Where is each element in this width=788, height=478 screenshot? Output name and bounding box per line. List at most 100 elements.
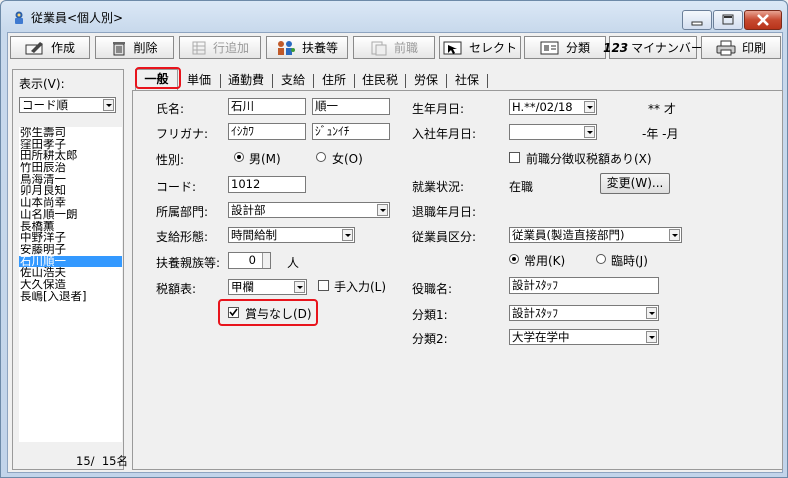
tab-separator — [487, 74, 488, 88]
category-label: 分類 — [565, 41, 590, 55]
code-field[interactable]: 1012 — [228, 176, 306, 193]
checkmark-icon — [229, 308, 238, 317]
add-row-button[interactable]: 行追加 — [179, 36, 261, 59]
tab-social-insurance[interactable]: 社保 — [450, 71, 484, 89]
list-item[interactable]: 山名順一朗 — [19, 209, 122, 221]
list-item-selected[interactable]: 石川順一 — [19, 255, 122, 268]
female-label[interactable]: 女(O) — [332, 150, 363, 167]
list-item[interactable]: 中野洋子 — [19, 232, 122, 244]
tab-highlight — [135, 67, 181, 89]
sort-order-select[interactable]: コード順 — [19, 97, 116, 113]
regular-label[interactable]: 常用(K) — [524, 252, 565, 269]
dept-select[interactable]: 設計部 — [228, 202, 390, 218]
prev-tax-checkbox[interactable] — [509, 152, 520, 163]
toolbar: 作成 削除 行追加 扶養等 前職 セレクト 分類 123 マイナンバー 印刷 — [8, 33, 782, 61]
category-button[interactable]: 分類 — [524, 36, 606, 59]
prev-job-icon — [371, 41, 387, 55]
list-item[interactable]: 窪田孝子 — [19, 139, 122, 151]
no-bonus-checkbox[interactable] — [228, 307, 239, 318]
maximize-icon — [722, 14, 734, 25]
birth-label: 生年月日: — [412, 102, 465, 116]
list-item[interactable]: 竹田辰治 — [19, 162, 122, 174]
minimize-button[interactable] — [682, 10, 712, 30]
list-item[interactable]: 卯月良知 — [19, 185, 122, 197]
select-button[interactable]: セレクト — [439, 36, 521, 59]
birth-date-field[interactable]: H.**/02/18 — [509, 99, 597, 115]
no-bonus-label[interactable]: 賞与なし(D) — [245, 305, 312, 322]
change-button[interactable]: 変更(W)... — [600, 173, 670, 194]
join-date-label: 入社年月日: — [412, 127, 477, 141]
family-icon — [277, 40, 295, 55]
temporary-radio[interactable] — [596, 254, 606, 264]
mynumber-label: マイナンバー — [631, 41, 703, 55]
class2-label: 分類2: — [412, 332, 448, 346]
pay-type-label: 支給形態: — [156, 230, 209, 244]
prev-job-button[interactable]: 前職 — [353, 36, 435, 59]
list-item[interactable]: 鳥海清一 — [19, 174, 122, 186]
employee-list[interactable]: 弥生壽司 窪田孝子 田所耕太郎 竹田辰治 鳥海清一 卯月良知 山本尚幸 山名順一… — [19, 127, 122, 442]
delete-label: 削除 — [133, 41, 158, 55]
regular-radio[interactable] — [509, 254, 519, 264]
tab-payment[interactable]: 支給 — [276, 71, 310, 89]
list-item[interactable]: 長嶋[入退者] — [19, 291, 122, 303]
tab-separator — [354, 74, 355, 88]
chevron-down-icon — [294, 281, 305, 293]
first-name-field[interactable]: 順一 — [312, 98, 390, 115]
join-date-field[interactable] — [509, 124, 597, 140]
dependents-stepper[interactable]: 0 — [228, 252, 271, 269]
trash-icon — [113, 41, 126, 55]
class2-select[interactable]: 大学在学中 — [509, 329, 659, 345]
dependents-button[interactable]: 扶養等 — [266, 36, 348, 59]
manual-input-label[interactable]: 手入力(L) — [334, 278, 386, 295]
manual-input-checkbox[interactable] — [318, 280, 329, 291]
close-button[interactable] — [744, 10, 782, 30]
minimize-icon — [691, 21, 703, 26]
class1-select[interactable]: 設計ｽﾀｯﾌ — [509, 305, 659, 321]
list-item[interactable]: 安藤明子 — [19, 244, 122, 256]
tab-unit-price[interactable]: 単価 — [182, 71, 216, 89]
sort-order-value: コード順 — [22, 98, 68, 112]
chevron-down-icon — [377, 204, 388, 216]
emp-class-select[interactable]: 従業員(製造直接部門) — [509, 227, 682, 243]
spinner-icon[interactable] — [262, 253, 270, 268]
list-item[interactable]: 長橋薫 — [19, 221, 122, 233]
prev-tax-label[interactable]: 前職分徴収税額あり(X) — [526, 150, 652, 167]
maximize-button[interactable] — [713, 10, 743, 30]
first-kana-field[interactable]: ｼﾞｭﾝｲﾁ — [312, 123, 390, 140]
list-item[interactable]: 田所耕太郎 — [19, 150, 122, 162]
female-radio[interactable] — [316, 152, 326, 162]
male-label[interactable]: 男(M) — [249, 150, 281, 167]
create-button[interactable]: 作成 — [10, 36, 90, 59]
chevron-down-icon — [646, 331, 657, 343]
pay-type-select[interactable]: 時間給制 — [228, 227, 355, 243]
tab-separator — [220, 74, 221, 88]
dependents-unit: 人 — [287, 256, 300, 270]
display-label: 表示(V): — [19, 77, 65, 91]
employee-count: 15/ 15名 — [76, 454, 128, 468]
tax-table-label: 税額表: — [156, 282, 197, 296]
temporary-label[interactable]: 臨時(J) — [611, 252, 648, 269]
delete-button[interactable]: 削除 — [95, 36, 174, 59]
male-radio[interactable] — [234, 152, 244, 162]
last-name-field[interactable]: 石川 — [228, 98, 306, 115]
tab-resident-tax[interactable]: 住民税 — [358, 71, 402, 89]
tab-commute[interactable]: 通勤費 — [224, 71, 268, 89]
tax-table-value: 甲欄 — [231, 280, 254, 294]
list-item[interactable]: 大久保造 — [19, 279, 122, 291]
tab-separator — [446, 74, 447, 88]
list-item[interactable]: 佐山浩夫 — [19, 267, 122, 279]
select-label: セレクト — [468, 41, 517, 55]
list-item[interactable]: 弥生壽司 — [19, 127, 122, 139]
tab-address[interactable]: 住所 — [317, 71, 351, 89]
printer-icon — [716, 40, 736, 55]
job-title-field[interactable]: 設計ｽﾀｯﾌ — [509, 277, 659, 294]
mynumber-button[interactable]: 123 マイナンバー — [603, 36, 703, 59]
tenure-value: -年 -月 — [642, 127, 679, 141]
name-label: 氏名: — [156, 102, 185, 116]
tax-table-select[interactable]: 甲欄 — [228, 279, 307, 295]
last-kana-field[interactable]: ｲｼｶﾜ — [228, 123, 306, 140]
list-item[interactable]: 山本尚幸 — [19, 197, 122, 209]
tab-labor-insurance[interactable]: 労保 — [409, 71, 443, 89]
create-icon — [25, 41, 43, 54]
print-button[interactable]: 印刷 — [701, 36, 781, 59]
